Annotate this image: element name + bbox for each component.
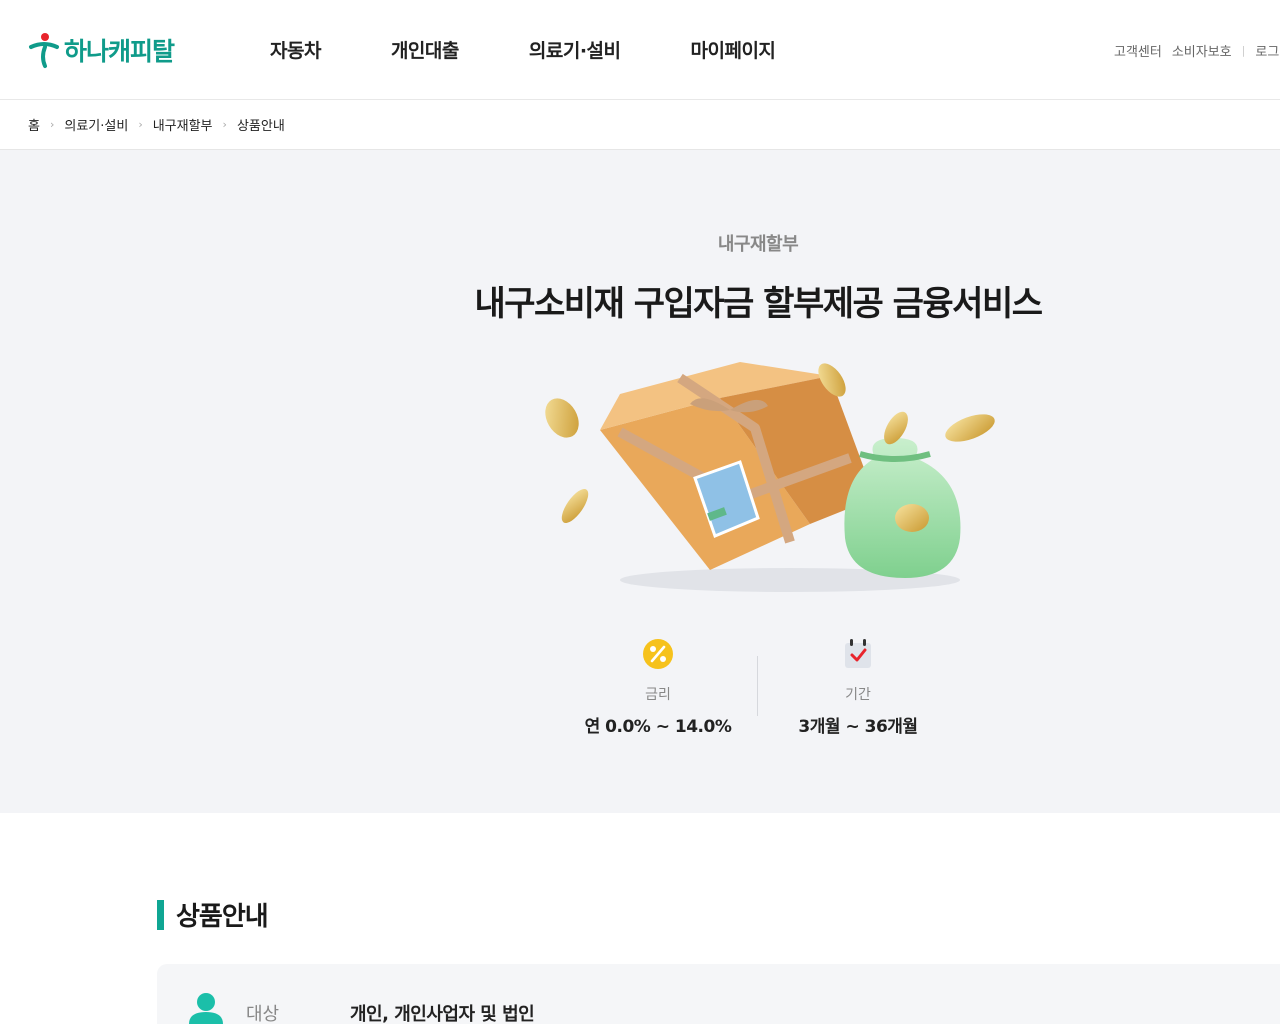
target-value: 개인, 개인사업자 및 법인 xyxy=(350,1004,535,1024)
util-divider: | xyxy=(1241,44,1246,57)
section-heading: 상품안내 xyxy=(157,896,269,933)
target-label: 대상 xyxy=(246,1004,280,1024)
heading-accent-bar xyxy=(157,899,164,930)
hero-subtitle: 내구재할부 xyxy=(717,234,799,255)
hero-title: 내구소비재 구입자금 할부제공 금융서비스 xyxy=(474,284,1043,324)
box-moneybag-illustration xyxy=(540,358,1000,598)
nav-item-personal-loan[interactable]: 개인대출 xyxy=(391,36,459,63)
breadcrumb-durable-installment[interactable]: 내구재할부 xyxy=(153,115,213,134)
period-label: 기간 xyxy=(845,687,871,703)
person-icon xyxy=(187,992,225,1024)
chevron-right-icon: › xyxy=(49,118,55,131)
calendar-check-icon xyxy=(842,638,874,670)
period-summary: 기간 3개월 ~ 36개월 xyxy=(758,638,958,737)
chevron-right-icon: › xyxy=(138,118,143,131)
breadcrumb: 홈 › 의료기·설비 › 내구재할부 › 상품안내 xyxy=(0,100,1280,150)
util-login[interactable]: 로그 xyxy=(1255,41,1279,60)
chevron-right-icon: › xyxy=(222,118,227,131)
nav-item-mypage[interactable]: 마이페이지 xyxy=(691,36,776,63)
site-header: 하나캐피탈 자동차 개인대출 의료기·설비 마이페이지 고객센터 소비자보호 |… xyxy=(0,0,1280,100)
product-summary: 금리 연 0.0% ~ 14.0% 기간 3개월 ~ 36개월 xyxy=(558,638,958,738)
rate-value: 연 0.0% ~ 14.0% xyxy=(584,717,732,737)
breadcrumb-medical-equipment[interactable]: 의료기·설비 xyxy=(64,115,128,134)
hero-section: 내구재할부 내구소비재 구입자금 할부제공 금융서비스 금리 연 0.0% ~ … xyxy=(0,150,1280,813)
global-nav: 자동차 개인대출 의료기·설비 마이페이지 xyxy=(270,36,845,63)
logo-text: 하나캐피탈 xyxy=(64,37,175,66)
section-title: 상품안내 xyxy=(176,902,269,932)
breadcrumb-product-info[interactable]: 상품안내 xyxy=(237,115,285,134)
breadcrumb-home[interactable]: 홈 xyxy=(28,115,40,134)
util-consumer-protection[interactable]: 소비자보호 xyxy=(1172,41,1232,60)
product-info-card: 대상 개인, 개인사업자 및 법인 xyxy=(157,964,1280,1024)
nav-item-medical-equipment[interactable]: 의료기·설비 xyxy=(529,36,621,63)
rate-label: 금리 xyxy=(645,687,671,703)
utility-menu: 고객센터 소비자보호 | 로그 xyxy=(1114,41,1280,60)
hana-logo-icon xyxy=(28,30,60,70)
util-customer-center[interactable]: 고객센터 xyxy=(1114,41,1162,60)
period-value: 3개월 ~ 36개월 xyxy=(798,717,918,737)
nav-item-car[interactable]: 자동차 xyxy=(270,36,321,63)
logo[interactable]: 하나캐피탈 xyxy=(28,30,175,70)
percent-icon xyxy=(642,638,674,670)
rate-summary: 금리 연 0.0% ~ 14.0% xyxy=(558,638,758,737)
